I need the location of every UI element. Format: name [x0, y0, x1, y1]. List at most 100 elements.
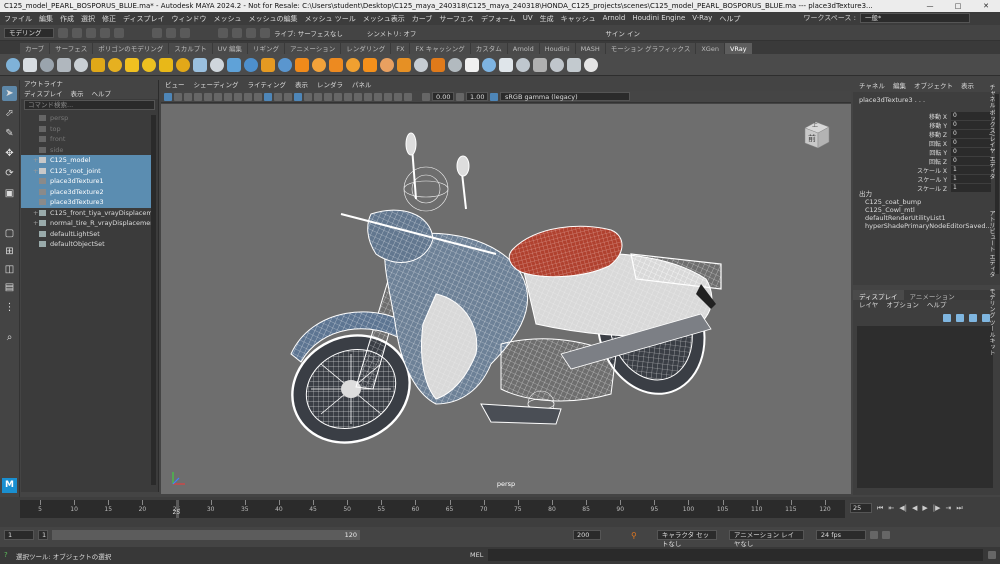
range-bar[interactable]: 120 — [52, 530, 360, 540]
shelf-tool-icon[interactable] — [363, 57, 377, 72]
menu-set-dropdown[interactable]: モデリング — [4, 27, 54, 38]
shelf-tool-icon[interactable] — [414, 57, 428, 72]
step-back-frame-icon[interactable]: ◀| — [899, 504, 907, 512]
close-button[interactable]: ✕ — [972, 0, 1000, 12]
gate-mask-icon[interactable] — [234, 92, 242, 101]
smooth-shade-icon[interactable] — [274, 92, 282, 101]
outliner-item[interactable]: side — [21, 145, 151, 156]
shelf-tab[interactable]: カスタム — [470, 43, 507, 54]
shelf-tab[interactable]: Houdini — [539, 43, 575, 54]
shelf-tool-icon[interactable] — [23, 57, 37, 72]
anti-alias-icon[interactable] — [354, 92, 362, 101]
isolate-select-icon[interactable] — [374, 92, 382, 101]
menu-item[interactable]: 修正 — [102, 14, 116, 24]
xray-icon[interactable] — [384, 92, 392, 101]
shelf-tool-icon[interactable] — [40, 57, 54, 72]
zoom-icon[interactable]: ⌕ — [2, 330, 17, 345]
script-editor-icon[interactable] — [988, 551, 996, 559]
expand-icon[interactable]: + — [33, 166, 38, 177]
new-empty-layer-icon[interactable] — [969, 314, 977, 322]
layer-menu-layers[interactable]: レイヤ — [859, 300, 878, 310]
shelf-tool-icon[interactable] — [210, 57, 224, 72]
menu-item[interactable]: 作成 — [60, 14, 74, 24]
step-forward-frame-icon[interactable]: |▶ — [933, 504, 941, 512]
move-tool-icon[interactable]: ✥ — [2, 146, 17, 161]
shelf-tool-icon[interactable] — [448, 57, 462, 72]
menu-item[interactable]: 編集 — [39, 14, 53, 24]
menu-item[interactable]: Arnold — [603, 14, 626, 24]
outliner-menu-display[interactable]: ディスプレイ — [24, 89, 63, 99]
shelf-tool-icon[interactable] — [533, 57, 547, 72]
shelf-tool-icon[interactable] — [312, 57, 326, 72]
shelf-tool-icon[interactable] — [125, 57, 139, 72]
layer-menu-help[interactable]: ヘルプ — [927, 300, 947, 310]
tab-animation-layers[interactable]: アニメーション — [904, 290, 961, 301]
output-node[interactable]: defaultRenderUtilityList1 — [859, 214, 992, 222]
outliner-menu-help[interactable]: ヘルプ — [92, 89, 112, 99]
shelf-tool-icon[interactable] — [482, 57, 496, 72]
viewport-menu-item[interactable]: レンダラ — [317, 80, 343, 91]
fps-dropdown[interactable]: 24 fps — [815, 530, 866, 540]
four-view-layout-icon[interactable]: ⊞ — [2, 244, 17, 259]
command-input[interactable] — [488, 549, 983, 561]
workspace-dropdown[interactable]: 一般* — [860, 13, 970, 23]
camera-attr-icon[interactable] — [174, 92, 182, 101]
step-back-key-icon[interactable]: ⇤ — [888, 504, 894, 512]
outliner-item[interactable]: defaultLightSet — [21, 229, 151, 240]
viewport-menu-item[interactable]: パネル — [352, 80, 372, 91]
textured-icon[interactable] — [304, 92, 312, 101]
view-cube[interactable]: 上 前 — [799, 118, 833, 152]
shelf-tool-icon[interactable] — [584, 57, 598, 72]
redo-icon[interactable] — [114, 27, 124, 38]
shelf-tool-icon[interactable] — [159, 57, 173, 72]
two-view-layout-icon[interactable]: ◫ — [2, 262, 17, 277]
grid-icon[interactable] — [204, 92, 212, 101]
shelf-tool-icon[interactable] — [516, 57, 530, 72]
shelf-tab[interactable]: Arnold — [507, 43, 539, 54]
shelf-tab[interactable]: ポリゴンのモデリング — [93, 43, 169, 54]
menu-item[interactable]: ヘルプ — [719, 14, 740, 24]
channel-menu-object[interactable]: オブジェクト — [914, 80, 953, 92]
shelf-tab[interactable]: MASH — [575, 43, 605, 54]
live-surface-label[interactable]: ライブ: サーフェスなし — [274, 28, 343, 38]
outliner-item[interactable]: persp — [21, 113, 151, 124]
select-hierarchy-icon[interactable] — [152, 27, 162, 38]
animation-start-field[interactable]: 1 — [4, 530, 34, 540]
shelf-tool-icon[interactable] — [193, 57, 207, 72]
shelf-tool-icon[interactable] — [91, 57, 105, 72]
step-forward-key-icon[interactable]: ⇥ — [945, 504, 951, 512]
shelf-tab[interactable]: サーフェス — [50, 43, 93, 54]
anim-prefs-icon[interactable] — [881, 531, 890, 539]
shelf-tab[interactable]: リギング — [248, 43, 285, 54]
shelf-tool-icon[interactable] — [380, 57, 394, 72]
channel-attribute-row[interactable]: 回転 Y0 — [903, 148, 993, 157]
menu-item[interactable]: ファイル — [4, 14, 32, 24]
shelf-tool-icon[interactable] — [142, 57, 156, 72]
shelf-tool-icon[interactable] — [550, 57, 564, 72]
playback-start-field[interactable]: 1 — [38, 530, 48, 540]
shelf-tool-icon[interactable] — [108, 57, 122, 72]
viewport-menu-item[interactable]: ビュー — [165, 80, 185, 91]
outliner-item[interactable]: + C125_front_tiya_vrayDisplaceme — [21, 208, 151, 219]
shelf-tool-icon[interactable] — [57, 57, 71, 72]
default-material-icon[interactable] — [284, 92, 292, 101]
shelf-tool-icon[interactable] — [499, 57, 513, 72]
menu-item[interactable]: V-Ray — [692, 14, 712, 24]
sign-in-button[interactable]: サイン イン — [605, 28, 640, 38]
outliner-scrollbar[interactable] — [151, 115, 156, 485]
go-to-end-icon[interactable]: ⏭ — [956, 504, 962, 513]
shelf-tool-icon[interactable] — [261, 57, 275, 72]
snap-curve-icon[interactable] — [232, 27, 242, 38]
shelf-tool-icon[interactable] — [567, 57, 581, 72]
channel-attribute-row[interactable]: 回転 X0 — [903, 139, 993, 148]
outliner-menu-show[interactable]: 表示 — [71, 89, 84, 99]
layer-list[interactable] — [857, 326, 993, 488]
channel-attribute-row[interactable]: 移動 X0 — [903, 112, 993, 121]
snap-grid-icon[interactable] — [218, 27, 228, 38]
output-node[interactable]: C125_Cowl_mtl — [859, 206, 992, 214]
expand-icon[interactable]: + — [33, 218, 38, 229]
symmetry-label[interactable]: シンメトリ: オフ — [367, 28, 417, 38]
channel-attribute-row[interactable]: 移動 Z0 — [903, 130, 993, 139]
select-object-icon[interactable] — [166, 27, 176, 38]
xray-joints-icon[interactable] — [394, 92, 402, 101]
